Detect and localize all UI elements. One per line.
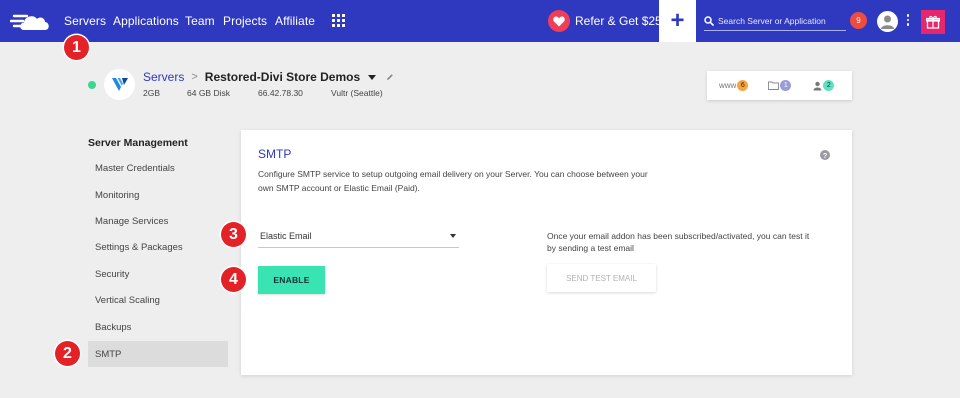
add-button[interactable]: + bbox=[659, 0, 696, 42]
sidebar-item-security[interactable]: Security bbox=[88, 261, 228, 287]
nav-team-link[interactable]: Team bbox=[185, 14, 215, 28]
server-stats-box: www 6 1 2 bbox=[707, 71, 852, 100]
sidebar-item-backups[interactable]: Backups bbox=[88, 314, 228, 340]
apps-grid-icon[interactable] bbox=[332, 14, 346, 28]
sidebar-item-master-credentials[interactable]: Master Credentials bbox=[88, 155, 228, 181]
server-ram: 2GB bbox=[143, 88, 161, 98]
vultr-logo bbox=[104, 69, 135, 100]
search-input[interactable] bbox=[718, 15, 840, 26]
step-marker-4: 4 bbox=[221, 267, 246, 292]
smtp-provider-select[interactable]: Elastic Email bbox=[258, 224, 459, 248]
step-marker-3: 3 bbox=[221, 222, 246, 247]
www-label: www bbox=[719, 81, 737, 90]
heart-icon bbox=[548, 10, 570, 32]
help-icon[interactable]: ? bbox=[820, 150, 830, 160]
sidebar-item-settings-packages[interactable]: Settings & Packages bbox=[88, 234, 228, 260]
stat-websites[interactable]: www 6 bbox=[719, 80, 749, 91]
user-avatar[interactable] bbox=[877, 11, 898, 32]
sidebar-item-monitoring[interactable]: Monitoring bbox=[88, 182, 228, 208]
smtp-card: SMTP ? Configure SMTP service to setup o… bbox=[241, 130, 852, 375]
search-icon bbox=[704, 15, 714, 26]
cloudways-logo[interactable] bbox=[10, 10, 52, 32]
server-ip: 66.42.78.30 bbox=[258, 88, 303, 98]
projects-count-badge: 1 bbox=[780, 80, 792, 91]
smtp-title: SMTP bbox=[258, 147, 292, 161]
search-bar bbox=[704, 11, 846, 31]
refer-button[interactable]: Refer & Get $25 bbox=[548, 10, 662, 32]
smtp-description: Configure SMTP service to setup outgoing… bbox=[258, 169, 648, 193]
stat-projects[interactable]: 1 bbox=[768, 80, 792, 91]
breadcrumb-chevron-icon: > bbox=[191, 71, 198, 83]
server-provider: Vultr (Seattle) bbox=[331, 88, 383, 98]
breadcrumb: Servers > Restored-Divi Store Demos bbox=[143, 70, 394, 84]
server-disk: 64 GB Disk bbox=[187, 88, 230, 98]
server-name: Restored-Divi Store Demos bbox=[204, 70, 361, 84]
stat-team[interactable]: 2 bbox=[813, 80, 835, 91]
folder-icon bbox=[768, 81, 780, 90]
edit-pencil-icon[interactable] bbox=[386, 73, 394, 81]
sidebar-item-manage-services[interactable]: Manage Services bbox=[88, 208, 228, 234]
nav-servers-link[interactable]: Servers bbox=[64, 14, 106, 28]
websites-count-badge: 6 bbox=[737, 80, 749, 91]
breadcrumb-servers-link[interactable]: Servers bbox=[143, 70, 184, 84]
notification-badge[interactable]: 9 bbox=[850, 12, 867, 29]
server-status-dot bbox=[88, 81, 96, 89]
selected-provider: Elastic Email bbox=[260, 230, 312, 241]
user-icon bbox=[813, 81, 822, 90]
send-test-email-button[interactable]: SEND TEST EMAIL bbox=[547, 264, 656, 292]
gift-icon[interactable] bbox=[921, 10, 945, 34]
test-email-note: Once your email addon has been subscribe… bbox=[547, 231, 810, 253]
enable-button[interactable]: ENABLE bbox=[258, 266, 325, 294]
sidebar-title: Server Management bbox=[88, 137, 188, 149]
sidebar-item-vertical-scaling[interactable]: Vertical Scaling bbox=[88, 287, 228, 313]
refer-label: Refer & Get $25 bbox=[575, 14, 662, 28]
nav-applications-link[interactable]: Applications bbox=[113, 14, 179, 28]
top-navbar: Servers Applications Team Projects Affil… bbox=[0, 0, 960, 42]
nav-projects-link[interactable]: Projects bbox=[223, 14, 267, 28]
chevron-down-icon bbox=[450, 234, 456, 238]
team-count-badge: 2 bbox=[823, 80, 835, 91]
sidebar-item-smtp[interactable]: SMTP bbox=[88, 341, 228, 367]
more-menu-icon[interactable] bbox=[906, 14, 910, 28]
step-marker-1: 1 bbox=[64, 35, 89, 60]
nav-affiliate-link[interactable]: Affiliate bbox=[275, 14, 315, 28]
server-dropdown-icon[interactable] bbox=[368, 74, 377, 80]
step-marker-2: 2 bbox=[55, 341, 80, 366]
